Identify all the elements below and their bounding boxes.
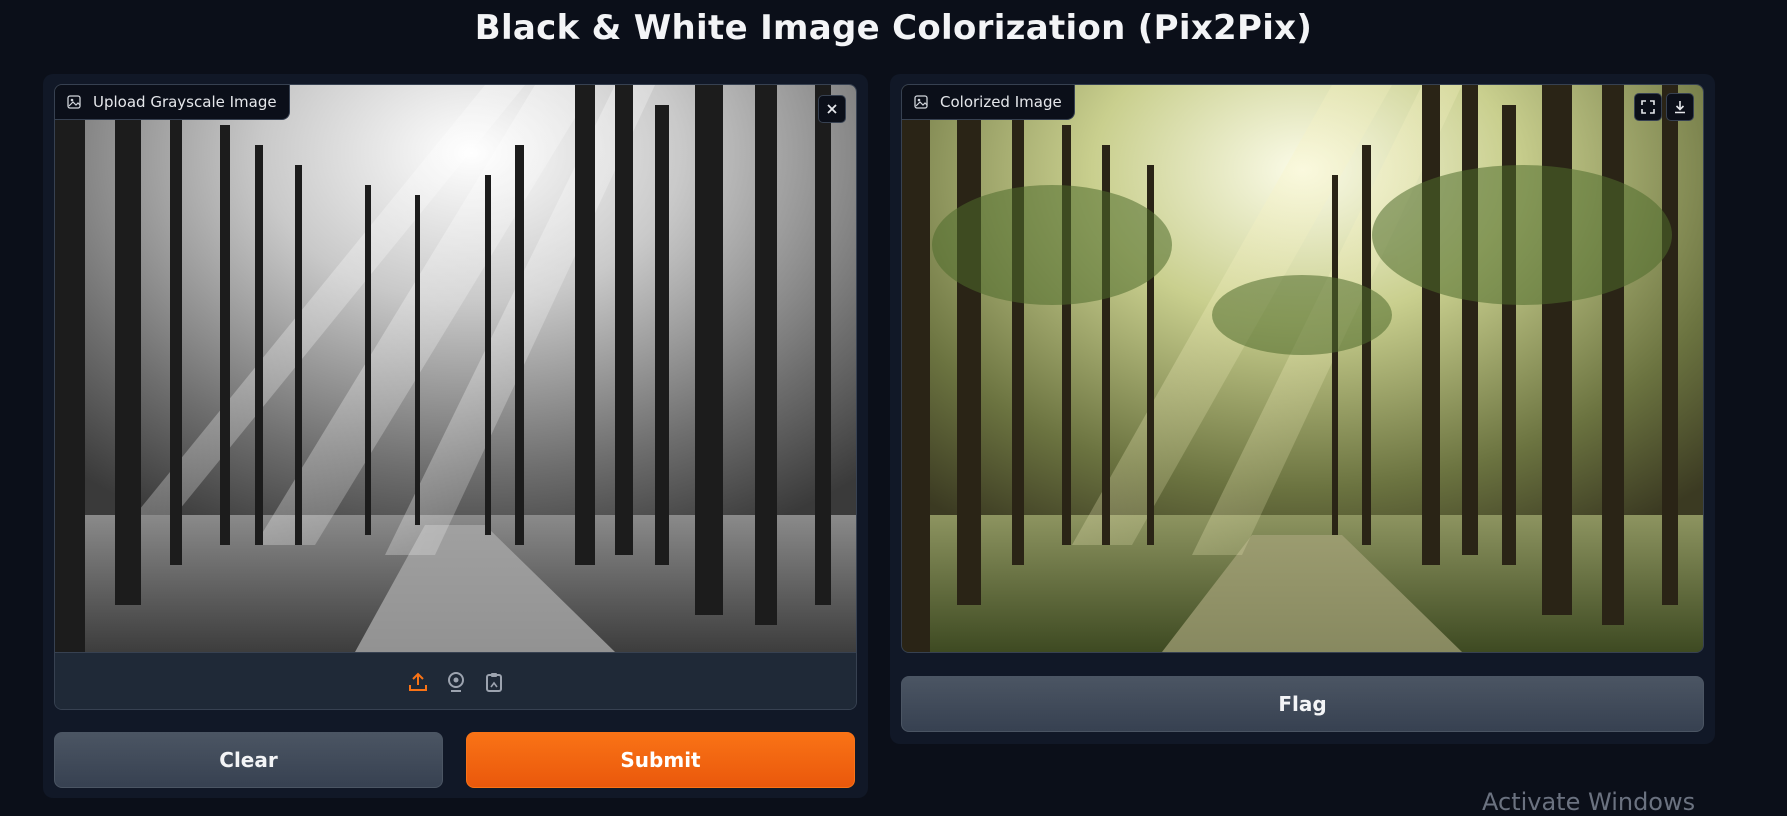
image-icon: [67, 95, 81, 109]
upload-source-button[interactable]: [405, 669, 431, 695]
clipboard-icon: [485, 672, 502, 692]
upload-icon: [408, 672, 427, 691]
page-title: Black & White Image Colorization (Pix2Pi…: [474, 8, 1313, 48]
colorized-image: [902, 85, 1703, 652]
download-icon: [1675, 101, 1685, 114]
colorized-image-label: Colorized Image: [902, 85, 1075, 120]
webcam-icon: [447, 671, 464, 692]
close-icon: [827, 104, 837, 114]
submit-button[interactable]: Submit: [466, 732, 855, 788]
close-button[interactable]: [818, 95, 846, 123]
colorized-image-label-text: Colorized Image: [940, 93, 1062, 111]
upload-image-label-text: Upload Grayscale Image: [93, 93, 277, 111]
colorized-image-block: Colorized Image: [901, 84, 1704, 653]
image-icon: [914, 95, 928, 109]
image-source-bar: [55, 652, 856, 709]
webcam-source-button[interactable]: [443, 669, 469, 695]
fullscreen-icon: [1641, 100, 1655, 114]
upload-image-label: Upload Grayscale Image: [55, 85, 290, 120]
download-button[interactable]: [1666, 93, 1694, 121]
clipboard-source-button[interactable]: [481, 669, 507, 695]
fullscreen-button[interactable]: [1634, 93, 1662, 121]
input-column: Upload Grayscale Image Clear Submit: [43, 74, 868, 798]
upload-image-block[interactable]: Upload Grayscale Image: [54, 84, 857, 710]
grayscale-image: [55, 85, 856, 652]
flag-button[interactable]: Flag: [901, 676, 1704, 732]
clear-button[interactable]: Clear: [54, 732, 443, 788]
output-column: Colorized Image Flag: [890, 74, 1715, 744]
